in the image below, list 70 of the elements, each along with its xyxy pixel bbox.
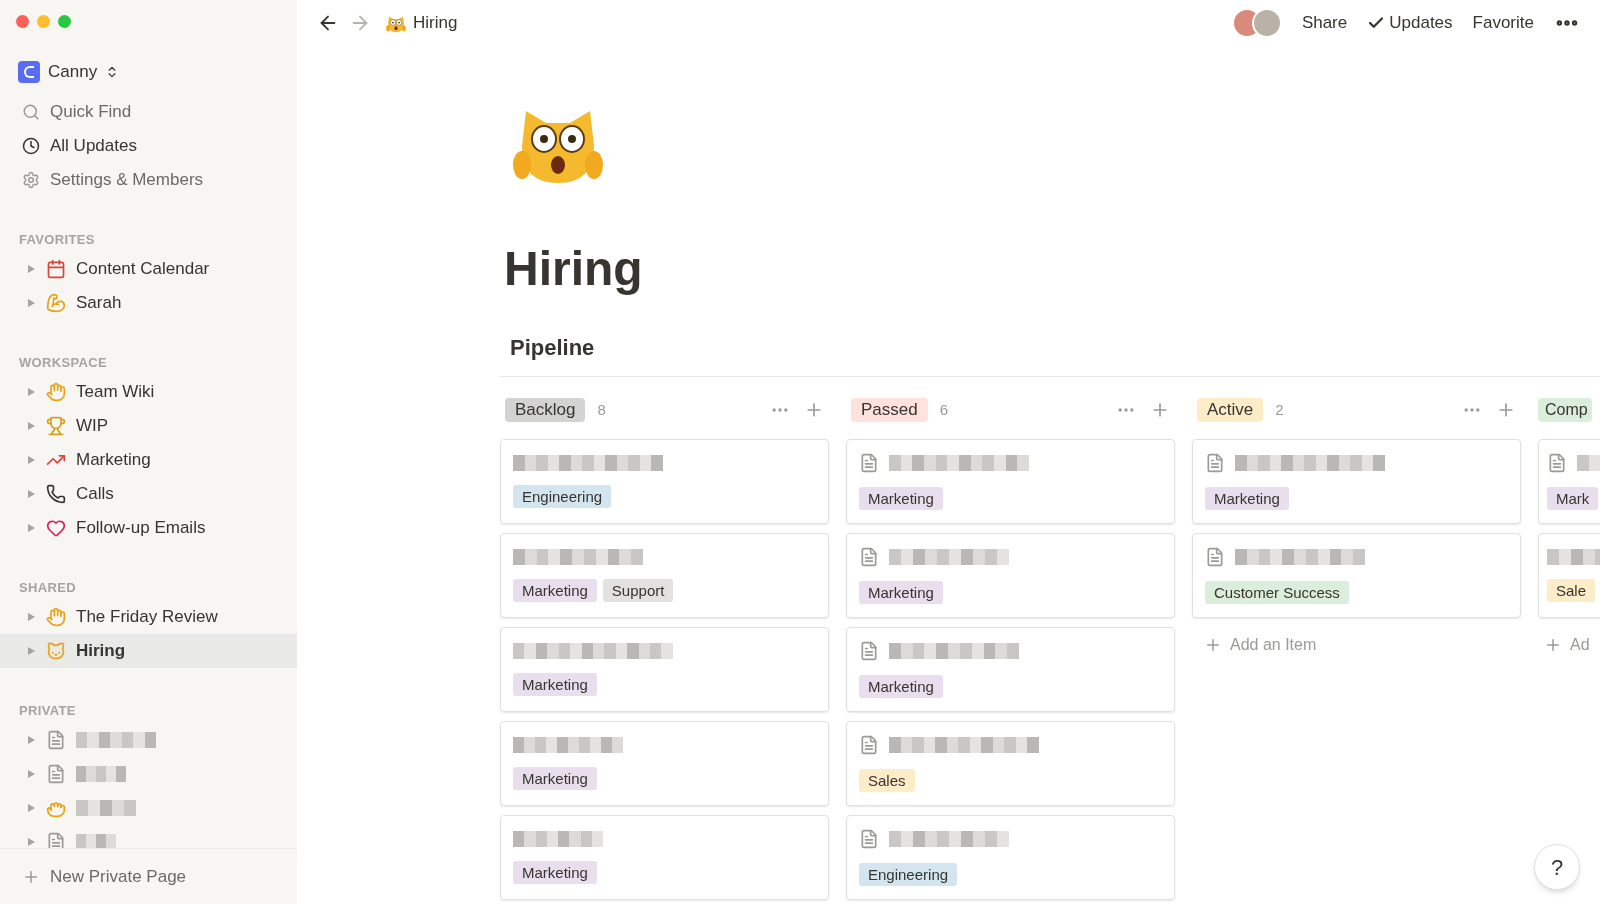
tag: Engineering [859, 863, 958, 886]
tag: Sale [1547, 579, 1596, 602]
board-card[interactable]: Marketing [500, 815, 829, 900]
page-label: WIP [76, 414, 109, 437]
tag: Marketing [513, 579, 597, 602]
sidebar-page-item[interactable]: Follow-up Emails [0, 510, 297, 545]
board-card[interactable]: Marketing [500, 627, 829, 712]
column-count: 6 [939, 399, 949, 420]
topbar-action[interactable]: Favorite [1472, 10, 1534, 36]
board-card[interactable]: Sales [846, 721, 1175, 806]
sidebar-nav-item[interactable]: Settings & Members [0, 162, 297, 197]
section-heading: WORKSPACE [18, 353, 108, 372]
tag: Marketing [1205, 487, 1289, 510]
help-button[interactable]: ? [1534, 844, 1580, 890]
board-card[interactable]: Customer Success [1192, 533, 1521, 618]
tag: Customer Success [1205, 581, 1349, 604]
tag: Marketing [513, 673, 597, 696]
board-card[interactable]: Mark [1538, 439, 1600, 524]
sidebar-page-item[interactable]: Team Wiki [0, 374, 297, 409]
tag: Engineering [513, 485, 612, 508]
tag: Support [602, 579, 674, 602]
page-title: Hiring [504, 245, 644, 293]
board-card[interactable]: Marketing [846, 439, 1175, 524]
page-label: Calls [76, 482, 114, 505]
section-heading: FAVORITES [18, 230, 96, 249]
board-card[interactable]: Marketing [500, 721, 829, 806]
column-label: Comp [1538, 398, 1592, 422]
sidebar-nav-item[interactable]: All Updates [0, 128, 297, 163]
board-card[interactable]: Marketing [846, 533, 1175, 618]
tag: Marketing [859, 581, 943, 604]
board-card[interactable]: Engineering [846, 815, 1175, 900]
sidebar-page-item[interactable]: Content Calendar [0, 251, 297, 286]
tag: Mark [1547, 487, 1599, 510]
sidebar-nav-item[interactable]: Quick Find [0, 94, 297, 129]
sidebar-page-item[interactable]: Sarah [0, 285, 297, 320]
page-label: Marketing [76, 448, 151, 471]
column-label: Active [1197, 398, 1264, 422]
tag: Marketing [513, 861, 597, 884]
page-label: The Friday Review [76, 605, 218, 628]
page-label: Content Calendar [76, 257, 210, 280]
new-private-page-button[interactable]: New Private Page [0, 848, 297, 904]
tag: Marketing [513, 767, 597, 790]
column-count: 8 [597, 399, 606, 420]
board-card[interactable]: Marketing [846, 627, 1175, 712]
page-label: Hiring [76, 639, 126, 662]
board-card[interactable]: Engineering [500, 439, 829, 524]
column-count: 2 [1275, 399, 1284, 420]
topbar-action[interactable]: Share [1301, 10, 1348, 36]
tag: Marketing [859, 487, 943, 510]
tag: Sales [859, 769, 915, 792]
board-card[interactable]: Sale [1538, 533, 1600, 618]
tag: Marketing [859, 675, 943, 698]
sidebar-page-item[interactable]: WIP [0, 408, 297, 443]
sidebar-page-item[interactable]: Calls [0, 476, 297, 511]
column-label: Passed [851, 398, 928, 422]
topbar-action[interactable]: Updates [1367, 10, 1453, 36]
sidebar-page-item[interactable]: Hiring [0, 633, 297, 668]
sidebar-page-item[interactable]: Marketing [0, 442, 297, 477]
page-label: Sarah [76, 291, 122, 314]
board-card[interactable]: Marketing Support [500, 533, 829, 618]
board-card[interactable]: Marketing [1192, 439, 1521, 524]
breadcrumb[interactable]: Hiring [413, 10, 458, 36]
section-heading: PRIVATE [18, 701, 77, 720]
page-label: Team Wiki [76, 380, 155, 403]
section-heading: SHARED [18, 578, 77, 597]
workspace-switcher[interactable]: Canny [18, 59, 279, 85]
sidebar-page-item[interactable]: The Friday Review [0, 599, 297, 634]
view-tab[interactable]: Pipeline [510, 335, 595, 360]
page-label: Follow-up Emails [76, 516, 206, 539]
column-label: Backlog [505, 398, 586, 422]
